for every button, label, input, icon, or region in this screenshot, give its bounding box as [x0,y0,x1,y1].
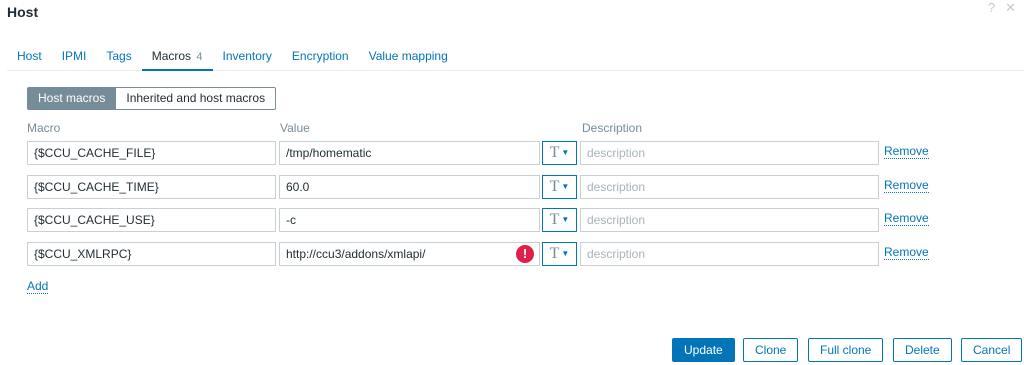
tab-bar: Host IPMI Tags Macros 4 Inventory Encryp… [7,40,1024,71]
column-header-value: Value [280,121,310,135]
help-icon[interactable]: ? [988,0,995,16]
macro-input[interactable]: {$CCU_CACHE_FILE} [27,141,276,165]
tab-encryption[interactable]: Encryption [282,40,359,71]
text-type-icon: T [549,211,560,228]
macro-row: {$CCU_CACHE_FILE} /tmp/homematic T ▼ des… [27,141,987,165]
macro-input[interactable]: {$CCU_XMLRPC} [27,242,276,266]
delete-button[interactable]: Delete [893,338,952,362]
macro-row: {$CCU_CACHE_USE} -c T ▼ description Remo… [27,208,987,232]
add-macro-link[interactable]: Add [27,280,49,294]
tab-macros-count: 4 [196,51,203,63]
value-input[interactable]: 60.0 [279,175,540,199]
tab-ipmi[interactable]: IPMI [52,40,97,71]
tab-host[interactable]: Host [7,40,52,71]
chevron-down-icon: ▼ [561,182,570,191]
value-type-dropdown[interactable]: T ▼ [542,175,577,199]
chevron-down-icon: ▼ [561,148,570,157]
tab-macros[interactable]: Macros 4 [141,40,213,71]
tab-macros-label: Macros [151,49,192,63]
column-header-macro: Macro [27,121,61,135]
macro-view-toggle: Host macros Inherited and host macros [27,87,277,110]
remove-link[interactable]: Remove [884,179,929,193]
remove-link[interactable]: Remove [884,212,929,226]
text-type-icon: T [549,144,560,161]
value-input[interactable]: -c [279,208,540,232]
chevron-down-icon: ▼ [561,249,570,258]
description-input[interactable]: description [580,141,879,165]
close-icon[interactable]: ✕ [1005,0,1016,16]
inherited-macros-button[interactable]: Inherited and host macros [116,87,277,110]
description-input[interactable]: description [580,242,879,266]
text-type-icon: T [549,245,560,262]
remove-link[interactable]: Remove [884,246,929,260]
chevron-down-icon: ▼ [561,215,570,224]
warning-icon: ! [516,245,534,263]
clone-button[interactable]: Clone [743,338,799,362]
column-header-description: Description [582,121,643,135]
macro-input[interactable]: {$CCU_CACHE_USE} [27,208,276,232]
macro-input[interactable]: {$CCU_CACHE_TIME} [27,175,276,199]
remove-link[interactable]: Remove [884,145,929,159]
dialog-title: Host [7,4,39,20]
text-type-icon: T [549,178,560,195]
macro-row: {$CCU_XMLRPC} http://ccu3/addons/xmlapi/… [27,242,987,266]
description-input[interactable]: description [580,208,879,232]
value-type-dropdown[interactable]: T ▼ [542,208,577,232]
value-input[interactable]: /tmp/homematic [279,141,540,165]
cancel-button[interactable]: Cancel [961,338,1023,362]
value-input[interactable]: http://ccu3/addons/xmlapi/ [279,242,540,266]
tab-inventory[interactable]: Inventory [213,40,282,71]
header-icons: ? ✕ [988,0,1016,16]
tab-tags[interactable]: Tags [96,40,141,71]
value-type-dropdown[interactable]: T ▼ [542,141,577,165]
macro-row: {$CCU_CACHE_TIME} 60.0 T ▼ description R… [27,175,987,199]
value-type-dropdown[interactable]: T ▼ [542,242,577,266]
full-clone-button[interactable]: Full clone [808,338,884,362]
tab-value-mapping[interactable]: Value mapping [359,40,458,71]
description-input[interactable]: description [580,175,879,199]
host-macros-button[interactable]: Host macros [27,87,117,110]
update-button[interactable]: Update [672,338,735,362]
